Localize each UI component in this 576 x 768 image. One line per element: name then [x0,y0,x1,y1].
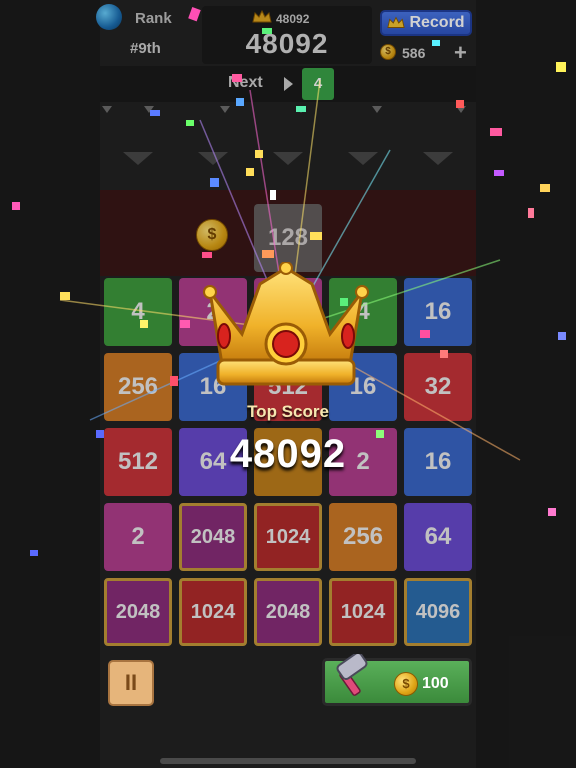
home-indicator [160,758,416,764]
top-score-label: Top Score [247,402,329,421]
hammer-price: 100 [422,675,449,692]
hammer-icon [336,654,368,696]
crown-icon [203,262,369,386]
coin-icon: $ [394,672,418,696]
top-score-value: 48092 [229,432,347,476]
pause-button[interactable]: II [108,660,154,706]
